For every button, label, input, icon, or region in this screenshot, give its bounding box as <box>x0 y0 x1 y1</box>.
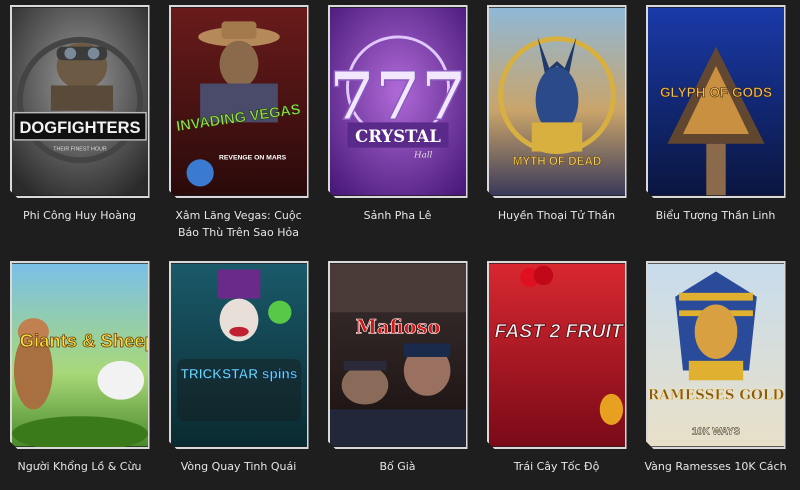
art-subtitle: 10K WAYS <box>691 427 740 438</box>
myth-of-dead-art: MYTH OF DEAD <box>489 7 625 196</box>
mafioso-art: Mafioso <box>330 263 466 447</box>
dogfighters-art: DOGFIGHTERS THEIR FINEST HOUR <box>12 7 148 196</box>
game-title[interactable]: Huyền Thoại Tử Thần <box>482 207 632 224</box>
game-thumbnail[interactable]: 777 CRYSTAL Hall <box>328 5 468 198</box>
game-title[interactable]: Bố Già <box>323 458 473 475</box>
game-thumbnail[interactable]: RAMESSES GOLD 10K WAYS <box>646 261 786 449</box>
art-title: RAMESSES GOLD <box>648 388 784 404</box>
invading-vegas-art: INVADING VEGAS REVENGE ON MARS <box>171 7 307 196</box>
game-thumbnail[interactable]: MYTH OF DEAD <box>487 5 627 198</box>
art-title: CRYSTAL <box>355 126 441 146</box>
game-card-dogfighters[interactable]: DOGFIGHTERS THEIR FINEST HOUR Phi Công H… <box>0 0 159 255</box>
game-title[interactable]: Xâm Lăng Vegas: Cuộc Báo Thù Trên Sao Hỏ… <box>164 207 314 241</box>
game-card-giants-sheep[interactable]: Giants & Sheep Người Khổng Lồ & Cừu <box>0 255 159 490</box>
game-thumbnail[interactable]: INVADING VEGAS REVENGE ON MARS <box>169 5 309 198</box>
game-card-glyph-of-gods[interactable]: GLYPH OF GODS Biểu Tượng Thần Linh <box>636 0 795 255</box>
art-title: GLYPH OF GODS <box>659 85 771 100</box>
glyph-of-gods-art: GLYPH OF GODS <box>648 7 784 196</box>
game-thumbnail[interactable]: 2 FAST 2 FRUITY <box>487 261 627 449</box>
game-card-invading-vegas[interactable]: INVADING VEGAS REVENGE ON MARS Xâm Lăng … <box>159 0 318 255</box>
art-title: Mafioso <box>355 316 440 339</box>
game-card-2-fast-2-fruity[interactable]: 2 FAST 2 FRUITY Trái Cây Tốc Độ <box>477 255 636 490</box>
game-title[interactable]: Sảnh Pha Lê <box>323 207 473 224</box>
art-subtitle: Hall <box>413 150 433 160</box>
game-title[interactable]: Vòng Quay Tinh Quái <box>164 458 314 475</box>
art-title: Giants & Sheep <box>19 330 147 351</box>
game-title[interactable]: Người Khổng Lồ & Cừu <box>5 458 155 475</box>
art-title: 2 FAST 2 FRUITY <box>489 321 625 343</box>
game-card-crystal-hall[interactable]: 777 CRYSTAL Hall Sảnh Pha Lê <box>318 0 477 255</box>
game-title[interactable]: Biểu Tượng Thần Linh <box>641 207 791 224</box>
giants-sheep-art: Giants & Sheep <box>12 263 148 447</box>
game-title[interactable]: Trái Cây Tốc Độ <box>482 458 632 475</box>
art-title: TRICKSTAR spins <box>180 366 297 381</box>
crystal-hall-art: 777 CRYSTAL Hall <box>330 7 466 196</box>
ramesses-gold-art: RAMESSES GOLD 10K WAYS <box>648 263 784 447</box>
game-thumbnail[interactable]: GLYPH OF GODS <box>646 5 786 198</box>
game-thumbnail[interactable]: DOGFIGHTERS THEIR FINEST HOUR <box>10 5 150 198</box>
game-thumbnail[interactable]: TRICKSTAR spins <box>169 261 309 449</box>
game-card-ramesses-gold[interactable]: RAMESSES GOLD 10K WAYS Vàng Ramesses 10K… <box>636 255 795 490</box>
art-subtitle: THEIR FINEST HOUR <box>53 147 107 153</box>
art-title: MYTH OF DEAD <box>512 155 601 168</box>
game-thumbnail[interactable]: Mafioso <box>328 261 468 449</box>
game-card-trickstar-spins[interactable]: TRICKSTAR spins Vòng Quay Tinh Quái <box>159 255 318 490</box>
trickstar-spins-art: TRICKSTAR spins <box>171 263 307 447</box>
game-title[interactable]: Phi Công Huy Hoàng <box>5 207 155 224</box>
game-thumbnail[interactable]: Giants & Sheep <box>10 261 150 449</box>
game-card-myth-of-dead[interactable]: MYTH OF DEAD Huyền Thoại Tử Thần <box>477 0 636 255</box>
art-subtitle: REVENGE ON MARS <box>218 154 286 161</box>
game-title[interactable]: Vàng Ramesses 10K Cách <box>641 458 791 475</box>
game-grid: DOGFIGHTERS THEIR FINEST HOUR Phi Công H… <box>0 0 800 490</box>
fast-fruity-art: 2 FAST 2 FRUITY <box>489 263 625 447</box>
game-card-mafioso[interactable]: Mafioso Bố Già <box>318 255 477 490</box>
